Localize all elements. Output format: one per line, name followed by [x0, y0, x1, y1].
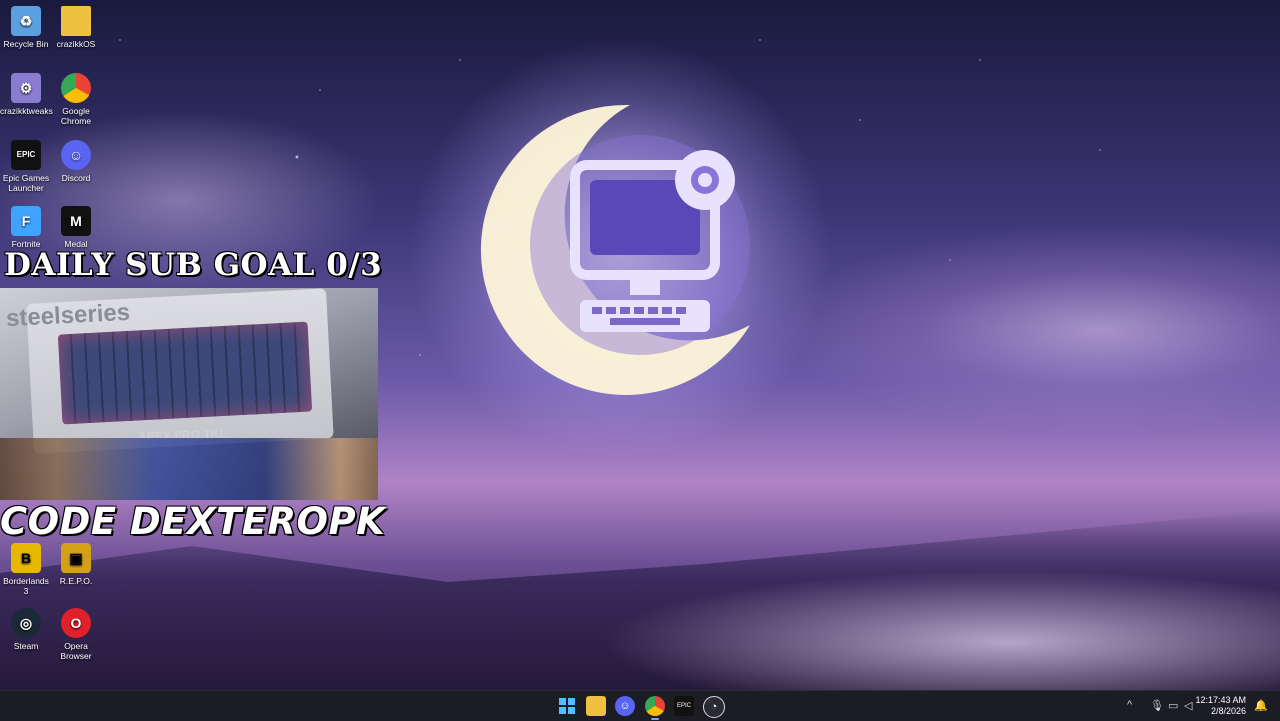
opera-icon: O — [61, 608, 91, 638]
desktop-icon-label: Discord — [61, 173, 91, 183]
network-icon[interactable]: ▭ — [1168, 699, 1178, 712]
taskbar-chrome[interactable] — [645, 696, 665, 716]
desktop-icon-crazikktweaks[interactable]: ⚙ crazikktweaks — [0, 73, 53, 116]
desktop-icon-fortnite[interactable]: F Fortnite — [0, 206, 52, 249]
taskbar-discord[interactable]: ☺ — [615, 696, 635, 716]
desktop-icon-label: Epic Games Launcher — [2, 173, 50, 193]
creator-code-overlay: CODE DEXTEROPK — [0, 500, 386, 543]
desktop-icon-label: crazikkOS — [56, 39, 96, 49]
fortnite-icon: F — [11, 206, 41, 236]
desktop-icon-discord[interactable]: ☺ Discord — [50, 140, 102, 183]
mist — [600, 570, 1280, 690]
webcam-overlay: steelseries APEX PRO TKL — [0, 288, 378, 500]
notifications-bell-icon[interactable]: 🔔 — [1254, 699, 1268, 712]
steam-icon: ◎ — [11, 608, 41, 638]
epic-games-icon: EPIC — [676, 703, 691, 709]
desktop-icon-repo[interactable]: ▣ R.E.P.O. — [50, 543, 102, 586]
wallpaper-moon-logo — [480, 100, 760, 400]
desktop-icon-label: Recycle Bin — [3, 39, 49, 49]
desktop: ♻ Recycle Bin crazikkOS ⚙ crazikktweaks … — [0, 0, 1280, 690]
clock-date: 2/8/2026 — [1210, 706, 1246, 716]
system-clock[interactable]: 12:17:43 AM 2/8/2026 — [1195, 695, 1246, 717]
desktop-icon-borderlands-3[interactable]: B Borderlands 3 — [0, 543, 52, 596]
start-button[interactable] — [557, 696, 577, 716]
desktop-icon-steam[interactable]: ◎ Steam — [0, 608, 52, 651]
desktop-icon-label: Opera Browser — [60, 641, 92, 661]
desktop-icon-epic-games-launcher[interactable]: EPIC Epic Games Launcher — [0, 140, 52, 193]
hands-holding-box — [0, 438, 378, 500]
taskbar-obs[interactable]: ◔ — [703, 696, 725, 718]
desktop-icon-label: Borderlands 3 — [3, 576, 49, 596]
volume-icon[interactable]: ◁ — [1184, 699, 1192, 712]
taskbar-file-explorer[interactable] — [586, 696, 606, 716]
desktop-icon-opera-browser[interactable]: O Opera Browser — [50, 608, 102, 661]
desktop-icon-label: Steam — [13, 641, 39, 651]
desktop-icon-label: Google Chrome — [60, 106, 92, 126]
borderlands-icon: B — [11, 543, 41, 573]
repo-icon: ▣ — [61, 543, 91, 573]
folder-icon — [61, 6, 91, 36]
keyboard-image — [57, 321, 313, 425]
taskbar: ☺ EPIC ◔ ^ 🎙 ▭ ◁ 12:17:43 AM 2/8/2026 🔔 — [0, 690, 1280, 721]
obs-icon: ◔ — [710, 701, 718, 713]
discord-icon: ☺ — [61, 140, 91, 170]
taskbar-epic-games[interactable]: EPIC — [674, 696, 694, 716]
desktop-icon-label: R.E.P.O. — [59, 576, 93, 586]
desktop-icon-google-chrome[interactable]: Google Chrome — [50, 73, 102, 126]
sub-goal-overlay: DAILY SUB GOAL 0/3 — [4, 247, 383, 283]
windows-start-icon — [559, 698, 575, 714]
show-hidden-icons-chevron[interactable]: ^ — [1127, 699, 1132, 711]
medal-icon: M — [61, 206, 91, 236]
chrome-icon — [61, 73, 91, 103]
discord-icon: ☺ — [619, 700, 631, 712]
tweaks-app-icon: ⚙ — [11, 73, 41, 103]
desktop-icon-recycle-bin[interactable]: ♻ Recycle Bin — [0, 6, 52, 49]
desktop-icon-label: crazikktweaks — [0, 106, 53, 116]
microphone-icon[interactable]: 🎙 — [1150, 699, 1164, 712]
recycle-bin-icon: ♻ — [11, 6, 41, 36]
desktop-icon-crazikkos[interactable]: crazikkOS — [50, 6, 102, 49]
epic-games-icon: EPIC — [11, 140, 41, 170]
clock-time: 12:17:43 AM — [1195, 695, 1246, 705]
desktop-icon-medal[interactable]: M Medal — [50, 206, 102, 249]
